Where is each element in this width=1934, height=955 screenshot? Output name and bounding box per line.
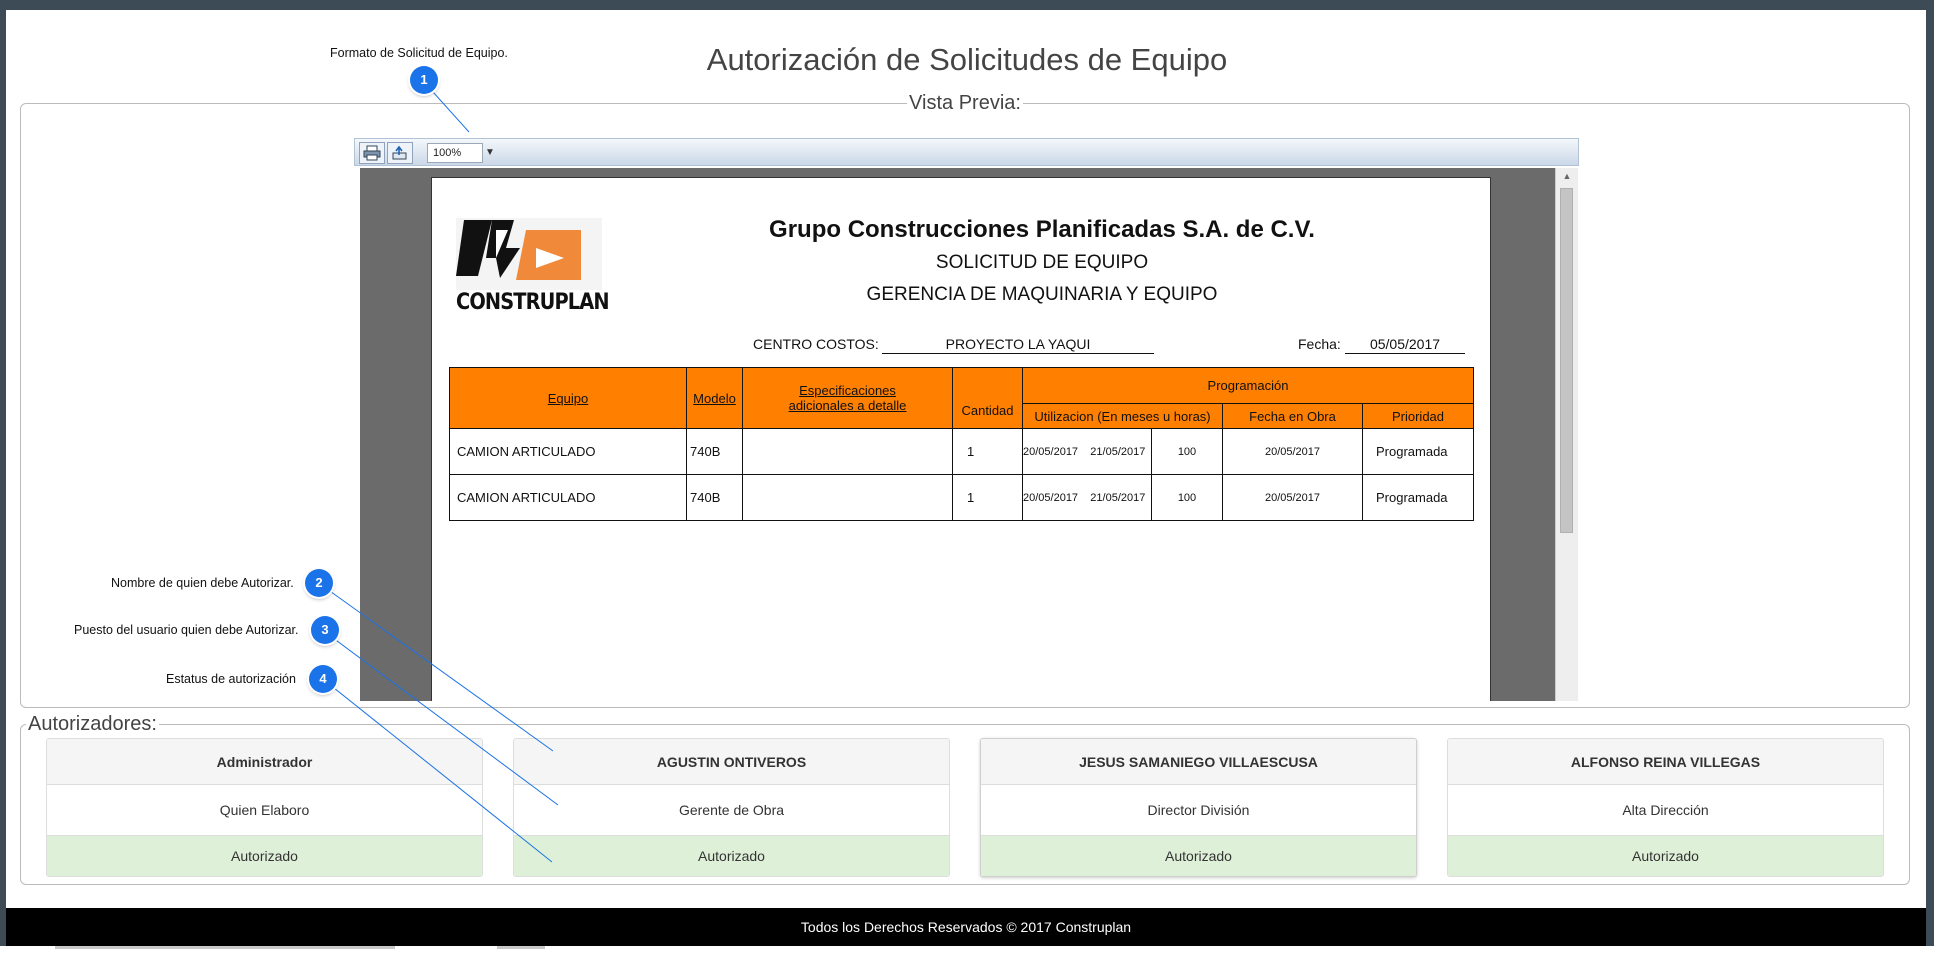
cell-horas: 100 xyxy=(1151,428,1223,475)
cell-horas: 100 xyxy=(1151,474,1223,521)
department-name: GERENCIA DE MAQUINARIA Y EQUIPO xyxy=(866,284,1218,305)
cost-center-label: CENTRO COSTOS: xyxy=(753,336,879,352)
report-subtitle: SOLICITUD DE EQUIPO xyxy=(935,252,1149,273)
cell-especificaciones xyxy=(742,428,953,475)
cell-fecha-obra: 20/05/2017 xyxy=(1222,474,1363,521)
header-modelo: Modelo xyxy=(686,367,743,429)
authorizer-status: Autorizado xyxy=(981,836,1416,876)
cell-modelo: 740B xyxy=(686,428,743,475)
callout-badge-1: 1 xyxy=(410,66,438,94)
report-viewer-toolbar: 100% ▼ xyxy=(354,138,1579,166)
callout-badge-4: 4 xyxy=(309,665,337,693)
horizontal-scrollbar-thumb[interactable] xyxy=(497,946,545,949)
cell-util-inicio: 20/05/2017 xyxy=(1023,491,1079,504)
authorizer-card: AGUSTIN ONTIVEROS Gerente de Obra Autori… xyxy=(513,738,950,877)
cell-especificaciones xyxy=(742,474,953,521)
authorizer-name: Administrador xyxy=(47,739,482,785)
header-equipo: Equipo xyxy=(449,367,687,429)
authorizer-name: JESUS SAMANIEGO VILLAESCUSA xyxy=(981,739,1416,785)
table-row: CAMION ARTICULADO 740B 1 20/05/2017 21/0… xyxy=(449,428,1474,475)
authorizers-legend: Autorizadores: xyxy=(28,713,157,735)
header-especificaciones: Especificaciones adicionales a detalle xyxy=(742,367,953,429)
company-name: Grupo Construcciones Planificadas S.A. d… xyxy=(769,216,1315,243)
horizontal-scrollbar[interactable] xyxy=(55,946,395,949)
cell-util-fin: 21/05/2017 xyxy=(1090,491,1146,504)
cell-cantidad: 1 xyxy=(952,428,1023,475)
cell-equipo: CAMION ARTICULADO xyxy=(449,428,687,475)
header-especificaciones-line2: adicionales a detalle xyxy=(788,398,907,413)
cell-equipo: CAMION ARTICULADO xyxy=(449,474,687,521)
export-icon xyxy=(392,145,407,160)
callout-badge-2: 2 xyxy=(305,569,333,597)
zoom-dropdown-icon[interactable]: ▼ xyxy=(485,143,495,163)
printer-icon xyxy=(363,145,381,161)
authorizer-card: JESUS SAMANIEGO VILLAESCUSA Director Div… xyxy=(980,738,1417,877)
left-border xyxy=(0,0,6,955)
callout-label-1: Formato de Solicitud de Equipo. xyxy=(330,46,508,60)
footer: Todos los Derechos Reservados © 2017 Con… xyxy=(6,908,1926,946)
cell-util-fin: 21/05/2017 xyxy=(1090,445,1146,458)
authorizer-role: Gerente de Obra xyxy=(514,785,949,836)
authorizer-role: Alta Dirección xyxy=(1448,785,1883,836)
header-cantidad: Cantidad xyxy=(952,367,1023,429)
logo-text: CONSTRUPLAN xyxy=(456,290,610,315)
table-row: CAMION ARTICULADO 740B 1 20/05/2017 21/0… xyxy=(449,474,1474,521)
authorizer-status: Autorizado xyxy=(47,836,482,876)
cell-utilizacion: 20/05/2017 21/05/2017 xyxy=(1022,474,1152,521)
cell-util-inicio: 20/05/2017 xyxy=(1023,445,1079,458)
header-programacion: Programación xyxy=(1022,367,1474,404)
date-value: 05/05/2017 xyxy=(1345,336,1465,354)
report-viewer: CONSTRUPLAN Grupo Construcciones Planifi… xyxy=(360,168,1578,701)
top-border xyxy=(0,0,1934,10)
callout-badge-3: 3 xyxy=(311,616,339,644)
cell-cantidad: 1 xyxy=(952,474,1023,521)
right-border xyxy=(1926,0,1934,955)
cell-prioridad: Programada xyxy=(1362,428,1474,475)
cell-prioridad: Programada xyxy=(1362,474,1474,521)
authorizer-status: Autorizado xyxy=(1448,836,1883,876)
authorizer-role: Director División xyxy=(981,785,1416,836)
zoom-select[interactable]: 100% xyxy=(427,143,483,163)
export-button[interactable] xyxy=(387,142,413,164)
cell-fecha-obra: 20/05/2017 xyxy=(1222,428,1363,475)
page-title: Autorización de Solicitudes de Equipo xyxy=(706,42,1228,77)
construplan-logo: CONSTRUPLAN xyxy=(456,218,610,318)
authorizer-card: ALFONSO REINA VILLEGAS Alta Dirección Au… xyxy=(1447,738,1884,877)
report-page: CONSTRUPLAN Grupo Construcciones Planifi… xyxy=(431,177,1491,701)
authorizer-card: Administrador Quien Elaboro Autorizado xyxy=(46,738,483,877)
callout-label-3: Puesto del usuario quien debe Autorizar. xyxy=(74,623,299,637)
cell-modelo: 740B xyxy=(686,474,743,521)
callout-label-4: Estatus de autorización xyxy=(166,672,296,686)
print-button[interactable] xyxy=(359,142,385,164)
header-utilizacion: Utilizacion (En meses u horas) xyxy=(1022,403,1223,429)
scroll-thumb[interactable] xyxy=(1560,188,1573,533)
viewer-scrollbar[interactable]: ▲ xyxy=(1555,168,1578,701)
authorizer-role: Quien Elaboro xyxy=(47,785,482,836)
header-prioridad: Prioridad xyxy=(1362,403,1474,429)
logo-graphic xyxy=(456,218,602,290)
cost-center-value: PROYECTO LA YAQUI xyxy=(882,336,1154,354)
authorizer-name: AGUSTIN ONTIVEROS xyxy=(514,739,949,785)
authorizer-status: Autorizado xyxy=(514,836,949,876)
header-fecha-obra: Fecha en Obra xyxy=(1222,403,1363,429)
header-especificaciones-line1: Especificaciones xyxy=(799,383,896,398)
date-label: Fecha: xyxy=(1298,336,1341,352)
callout-label-2: Nombre de quien debe Autorizar. xyxy=(111,576,294,590)
scroll-up-icon[interactable]: ▲ xyxy=(1556,171,1578,181)
equipment-request-table: Equipo Modelo Especificaciones adicional… xyxy=(449,367,1474,521)
cell-utilizacion: 20/05/2017 21/05/2017 xyxy=(1022,428,1152,475)
preview-legend: Vista Previa: xyxy=(909,92,1021,114)
authorizer-name: ALFONSO REINA VILLEGAS xyxy=(1448,739,1883,785)
